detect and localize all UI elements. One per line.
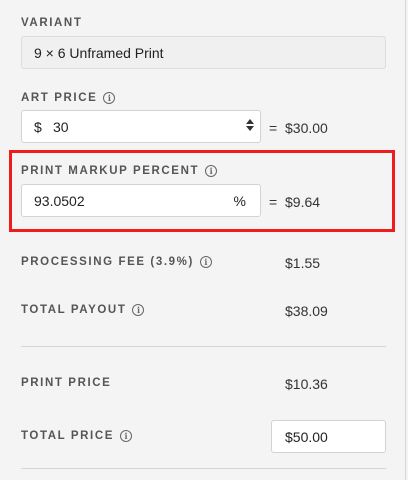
processing-fee-info-icon[interactable]: i xyxy=(199,256,212,268)
variant-field: 9 × 6 Unframed Print xyxy=(21,36,386,69)
total-price-label: TOTAL PRICE i xyxy=(21,430,132,442)
total-price-info-icon[interactable]: i xyxy=(120,430,132,442)
print-markup-input[interactable]: 93.0502 % xyxy=(21,184,261,217)
art-price-input[interactable]: $ 30 xyxy=(21,110,261,143)
print-markup-label: PRINT MARKUP PERCENT i xyxy=(21,165,218,177)
variant-value: 9 × 6 Unframed Print xyxy=(34,44,164,61)
processing-fee-label: PROCESSING FEE (3.9%) i xyxy=(21,256,212,268)
panel-border xyxy=(405,0,406,480)
print-price-label: PRINT PRICE xyxy=(21,377,112,389)
art-price-info-icon[interactable]: i xyxy=(103,92,116,104)
print-markup-result: $9.64 xyxy=(285,194,321,210)
percent-unit: % xyxy=(233,192,246,209)
stepper-down-icon[interactable] xyxy=(246,126,254,131)
stepper-up-icon[interactable] xyxy=(246,119,254,124)
total-price-value[interactable]: $50.00 xyxy=(285,429,328,445)
art-price-label: ART PRICE i xyxy=(21,92,116,104)
total-payout-value: $38.09 xyxy=(285,303,328,319)
processing-fee-value: $1.55 xyxy=(285,255,321,271)
divider xyxy=(21,346,386,347)
print-markup-info-icon[interactable]: i xyxy=(205,165,218,177)
total-price-input[interactable]: $50.00 xyxy=(271,420,386,453)
art-price-result: $30.00 xyxy=(285,120,328,136)
art-price-currency: $ xyxy=(34,118,42,135)
print-price-value: $10.36 xyxy=(285,376,328,392)
art-price-equals: = xyxy=(269,120,278,136)
print-markup-value[interactable]: 93.0502 xyxy=(34,193,85,209)
art-price-value[interactable]: 30 xyxy=(53,119,69,135)
divider-bottom xyxy=(21,468,386,469)
art-price-stepper[interactable] xyxy=(246,119,254,131)
print-markup-equals: = xyxy=(269,194,278,210)
total-payout-info-icon[interactable]: i xyxy=(132,304,145,316)
total-payout-label: TOTAL PAYOUT i xyxy=(21,304,145,316)
variant-label: VARIANT xyxy=(21,17,83,29)
